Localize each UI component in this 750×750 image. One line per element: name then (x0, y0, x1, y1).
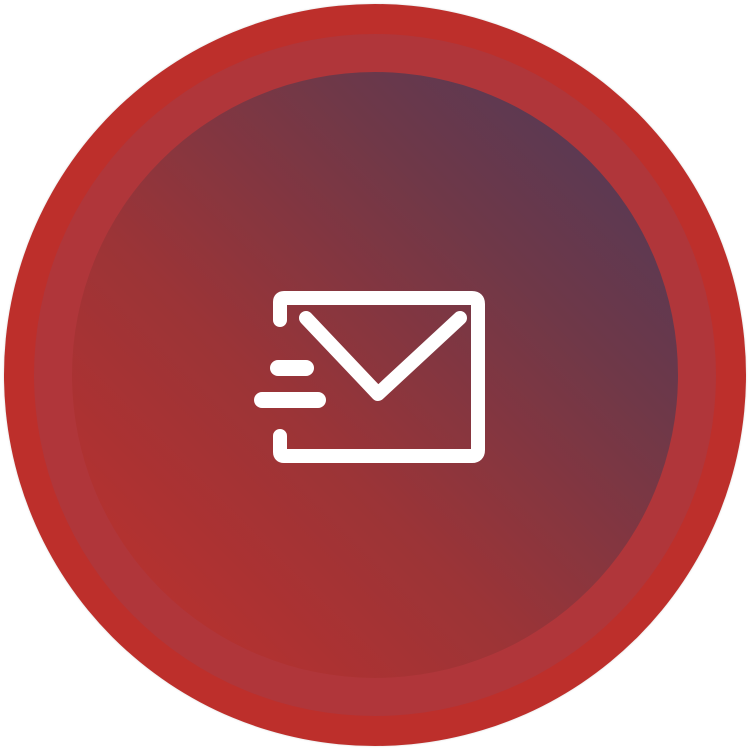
mail-badge[interactable] (0, 0, 750, 750)
send-mail-icon (254, 291, 485, 463)
